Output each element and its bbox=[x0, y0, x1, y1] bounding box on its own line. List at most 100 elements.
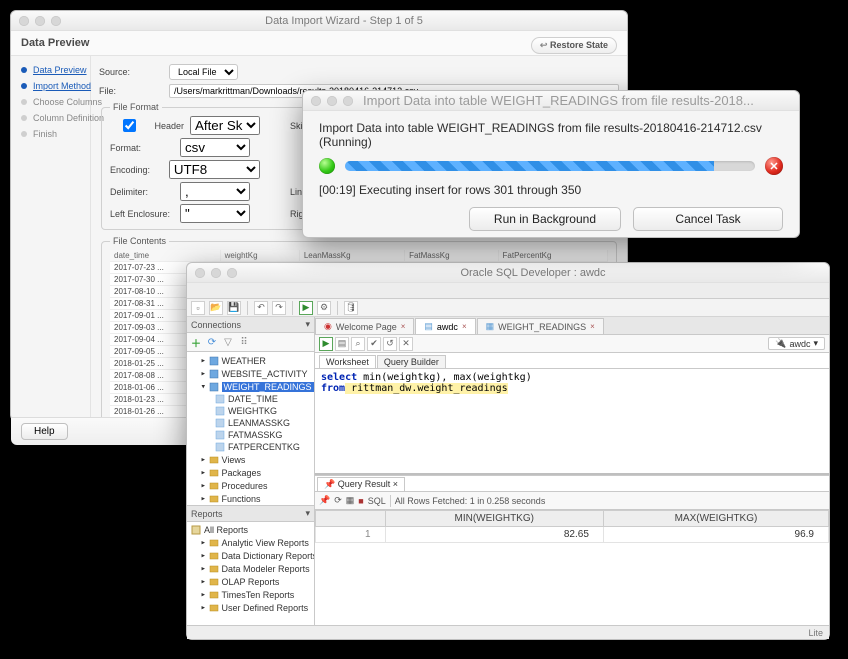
sql-label: SQL bbox=[368, 496, 386, 506]
reports-item[interactable]: ▸Data Modeler Reports bbox=[201, 562, 310, 575]
panel-menu-icon[interactable]: ▾ bbox=[305, 508, 310, 519]
panel-menu-icon[interactable]: ▾ bbox=[305, 319, 310, 330]
reports-item[interactable]: ▸User Defined Reports bbox=[201, 601, 310, 614]
column-node[interactable]: FATPERCENTKG bbox=[215, 441, 310, 453]
minimize-icon[interactable] bbox=[211, 268, 221, 278]
reports-all[interactable]: All Reports bbox=[191, 524, 310, 536]
table-node-weight-readings[interactable]: ▾ WEIGHT_READINGS bbox=[201, 380, 310, 393]
close-icon[interactable] bbox=[195, 268, 205, 278]
export-icon[interactable]: ▦ bbox=[346, 495, 355, 506]
open-icon[interactable]: 📂 bbox=[209, 301, 223, 315]
refresh-icon[interactable]: ⟳ bbox=[334, 495, 342, 506]
sqldev-menubar[interactable] bbox=[187, 283, 829, 299]
minimize-icon[interactable] bbox=[35, 16, 45, 26]
close-tab-icon[interactable]: × bbox=[590, 322, 595, 331]
worksheet-icon: ▤ bbox=[424, 321, 433, 332]
after-skip-select[interactable]: After Skip bbox=[190, 116, 260, 135]
column-node[interactable]: LEANMASSKG bbox=[215, 417, 310, 429]
left-enclosure-select[interactable]: " bbox=[180, 204, 250, 223]
new-connection-icon[interactable]: ＋ bbox=[189, 335, 203, 349]
delimiter-select[interactable]: , bbox=[180, 182, 250, 201]
cog-icon[interactable]: ⚙ bbox=[317, 301, 331, 315]
sql-editor[interactable]: select min(weightkg), max(weightkg) from… bbox=[315, 369, 829, 475]
subtab-query-result[interactable]: 📌 Query Result × bbox=[317, 477, 405, 491]
minimize-icon[interactable] bbox=[327, 96, 337, 106]
clear-icon[interactable]: ✕ bbox=[399, 337, 413, 351]
close-icon[interactable] bbox=[19, 16, 29, 26]
subtab-worksheet[interactable]: Worksheet bbox=[319, 355, 376, 368]
collapse-icon[interactable]: ⠿ bbox=[237, 335, 251, 349]
connection-picker[interactable]: 🔌 awdc ▾ bbox=[768, 337, 825, 350]
window-traffic-lights[interactable] bbox=[195, 268, 237, 278]
window-traffic-lights[interactable] bbox=[19, 16, 61, 26]
step-dot-icon bbox=[19, 113, 29, 123]
explain-icon[interactable]: ⌕ bbox=[351, 337, 365, 351]
folder-node-procedures[interactable]: ▸Procedures bbox=[201, 479, 310, 492]
close-tab-icon[interactable]: × bbox=[462, 322, 467, 331]
redo-icon[interactable]: ↷ bbox=[272, 301, 286, 315]
connections-toolbar: ＋ ⟳ ▽ ⠿ bbox=[187, 333, 314, 352]
step-data-preview[interactable]: Data Preview bbox=[19, 62, 86, 78]
pin-icon[interactable]: 📌 bbox=[319, 495, 330, 506]
stop-icon[interactable]: ■ bbox=[358, 496, 363, 506]
rollback-icon[interactable]: ↺ bbox=[383, 337, 397, 351]
column-node[interactable]: FATMASSKG bbox=[215, 429, 310, 441]
close-tab-icon[interactable]: × bbox=[401, 322, 406, 331]
expand-icon[interactable]: ▸ bbox=[201, 369, 205, 378]
window-traffic-lights[interactable] bbox=[311, 96, 353, 106]
plug-icon: 🔌 bbox=[775, 338, 786, 349]
column-header: weightKg bbox=[220, 250, 299, 262]
tab-welcome[interactable]: ◉Welcome Page× bbox=[315, 318, 414, 334]
save-icon[interactable]: 💾 bbox=[227, 301, 241, 315]
format-select[interactable]: csv bbox=[180, 138, 250, 157]
stop-task-icon[interactable]: ✕ bbox=[765, 157, 783, 175]
restore-state-button[interactable]: Restore State bbox=[531, 37, 617, 54]
run-script-icon[interactable]: ▤ bbox=[335, 337, 349, 351]
close-tab-icon[interactable]: × bbox=[393, 479, 398, 489]
wizard-header: Restore State Data Preview bbox=[11, 31, 627, 56]
table-row[interactable]: 1 82.65 96.9 bbox=[316, 527, 829, 543]
folder-node-functions[interactable]: ▸Functions bbox=[201, 492, 310, 505]
zoom-icon[interactable] bbox=[51, 16, 61, 26]
column-node[interactable]: DATE_TIME bbox=[215, 393, 310, 405]
close-icon[interactable] bbox=[311, 96, 321, 106]
undo-icon[interactable]: ↶ bbox=[254, 301, 268, 315]
header-checkbox[interactable] bbox=[114, 119, 145, 132]
table-node-website-activity[interactable]: ▸ WEBSITE_ACTIVITY bbox=[201, 367, 310, 380]
folder-node-views[interactable]: ▸Views bbox=[201, 453, 310, 466]
column-node[interactable]: WEIGHTKG bbox=[215, 405, 310, 417]
connections-tree[interactable]: ▸ WEATHER ▸ WEBSITE_ACTIVITY ▾ WEIGHT_RE… bbox=[187, 352, 314, 505]
table-node-weather[interactable]: ▸ WEATHER bbox=[201, 354, 310, 367]
source-select[interactable]: Local File bbox=[169, 64, 238, 80]
result-col-min: MIN(WEIGHTKG) bbox=[385, 511, 603, 527]
reports-item[interactable]: ▸Data Dictionary Reports bbox=[201, 549, 310, 562]
column-header: FatMassKg bbox=[405, 250, 498, 262]
reports-item[interactable]: ▸OLAP Reports bbox=[201, 575, 310, 588]
subtab-query-builder[interactable]: Query Builder bbox=[377, 355, 446, 368]
db-icon[interactable]: 🛢 bbox=[344, 301, 358, 315]
folder-node-packages[interactable]: ▸Packages bbox=[201, 466, 310, 479]
cancel-task-button[interactable]: Cancel Task bbox=[633, 207, 783, 231]
refresh-icon[interactable]: ⟳ bbox=[205, 335, 219, 349]
pin-icon[interactable]: 📌 bbox=[324, 479, 335, 489]
new-icon[interactable]: ▫ bbox=[191, 301, 205, 315]
collapse-icon[interactable]: ▾ bbox=[201, 382, 205, 391]
commit-icon[interactable]: ✔ bbox=[367, 337, 381, 351]
run-in-background-button[interactable]: Run in Background bbox=[469, 207, 621, 231]
sqldev-titlebar: Oracle SQL Developer : awdc bbox=[187, 263, 829, 283]
wizard-steps: Data Preview Import Method Choose Column… bbox=[11, 56, 91, 417]
step-import-method[interactable]: Import Method bbox=[19, 78, 86, 94]
reports-item[interactable]: ▸Analytic View Reports bbox=[201, 536, 310, 549]
encoding-select[interactable]: UTF8 bbox=[169, 160, 260, 179]
run-icon[interactable]: ▶ bbox=[299, 301, 313, 315]
expand-icon[interactable]: ▸ bbox=[201, 356, 205, 365]
tab-awdc[interactable]: ▤awdc× bbox=[415, 318, 475, 334]
reports-tree[interactable]: All Reports ▸Analytic View Reports ▸Data… bbox=[187, 522, 314, 625]
zoom-icon[interactable] bbox=[343, 96, 353, 106]
tab-weight-readings[interactable]: ▦WEIGHT_READINGS× bbox=[477, 318, 604, 334]
filter-icon[interactable]: ▽ bbox=[221, 335, 235, 349]
run-statement-icon[interactable]: ▶ bbox=[319, 337, 333, 351]
zoom-icon[interactable] bbox=[227, 268, 237, 278]
reports-item[interactable]: ▸TimesTen Reports bbox=[201, 588, 310, 601]
help-button[interactable]: Help bbox=[21, 423, 68, 440]
